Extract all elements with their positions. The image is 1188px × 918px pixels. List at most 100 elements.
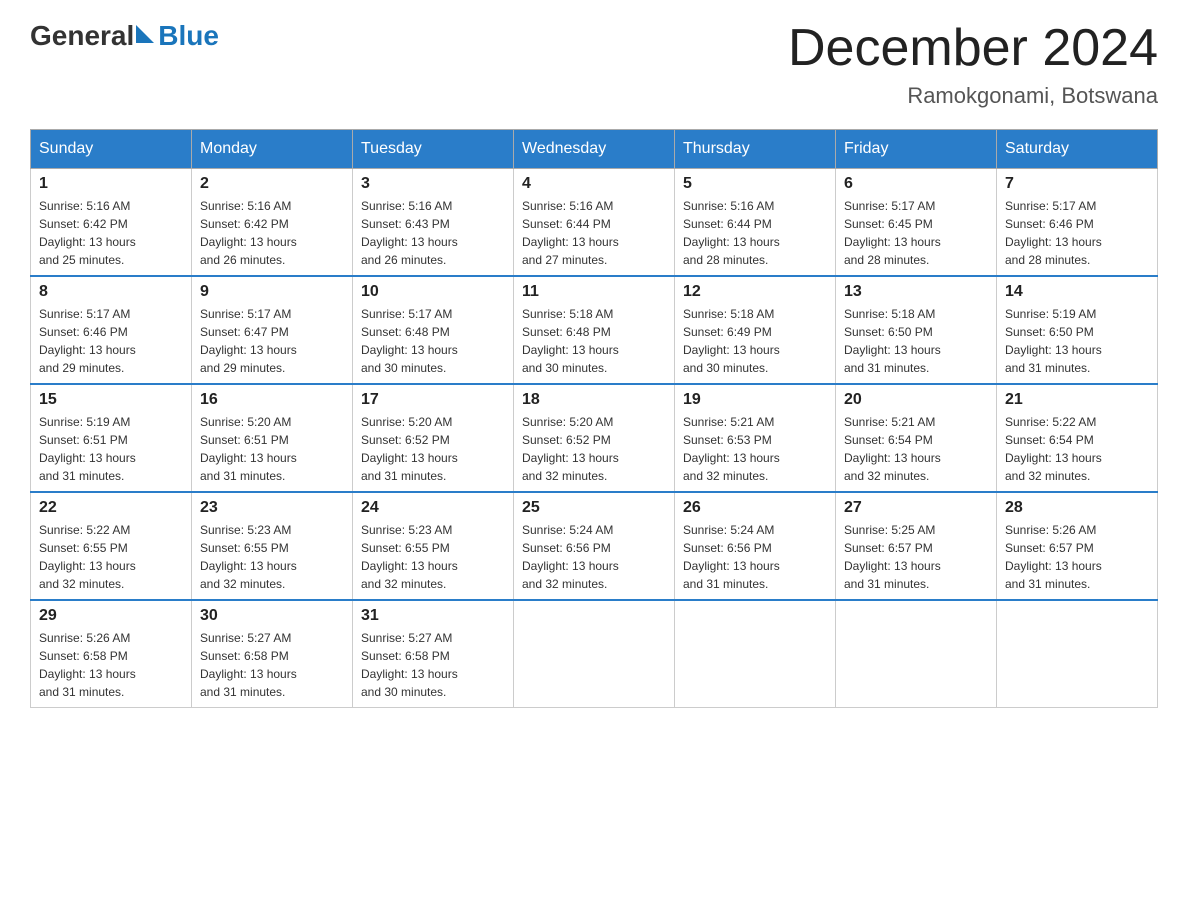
logo: General Blue (30, 20, 219, 52)
day-info: Sunrise: 5:17 AMSunset: 6:45 PMDaylight:… (844, 197, 988, 269)
calendar-cell: 24Sunrise: 5:23 AMSunset: 6:55 PMDayligh… (353, 492, 514, 600)
location-subtitle: Ramokgonami, Botswana (788, 83, 1158, 109)
day-info: Sunrise: 5:20 AMSunset: 6:52 PMDaylight:… (522, 413, 666, 485)
day-number: 5 (683, 175, 827, 193)
day-number: 23 (200, 499, 344, 517)
calendar-cell (514, 600, 675, 708)
calendar-cell: 28 Sunrise: 5:26 AMSunset: 6:57 PMDayligh… (997, 492, 1158, 600)
day-info: Sunrise: 5:16 AMSunset: 6:44 PMDaylight:… (683, 197, 827, 269)
calendar-cell: 2Sunrise: 5:16 AMSunset: 6:42 PMDaylight… (192, 169, 353, 277)
day-info: Sunrise: 5:18 AMSunset: 6:48 PMDaylight:… (522, 305, 666, 377)
calendar-cell: 21 Sunrise: 5:22 AMSunset: 6:54 PMDayligh… (997, 384, 1158, 492)
day-info: Sunrise: 5:27 AMSunset: 6:58 PMDaylight:… (361, 629, 505, 701)
logo-arrow-icon (136, 25, 154, 43)
day-info: Sunrise: 5:26 AMSunset: 6:58 PMDaylight:… (39, 629, 183, 701)
day-number: 17 (361, 391, 505, 409)
day-info: Sunrise: 5:21 AMSunset: 6:53 PMDaylight:… (683, 413, 827, 485)
day-number: 11 (522, 283, 666, 301)
calendar-cell: 20 Sunrise: 5:21 AMSunset: 6:54 PMDayligh… (836, 384, 997, 492)
calendar-cell: 5 Sunrise: 5:16 AMSunset: 6:44 PMDaylight… (675, 169, 836, 277)
calendar-cell (836, 600, 997, 708)
day-info: Sunrise: 5:17 AMSunset: 6:46 PMDaylight:… (1005, 197, 1149, 269)
day-info: Sunrise: 5:21 AMSunset: 6:54 PMDaylight:… (844, 413, 988, 485)
day-info: Sunrise: 5:17 AMSunset: 6:46 PMDaylight:… (39, 305, 183, 377)
day-number: 7 (1005, 175, 1149, 193)
calendar-cell: 26Sunrise: 5:24 AMSunset: 6:56 PMDayligh… (675, 492, 836, 600)
week-row-1: 1 Sunrise: 5:16 AMSunset: 6:42 PMDaylight… (31, 169, 1158, 277)
col-header-friday: Friday (836, 130, 997, 169)
calendar-cell: 27 Sunrise: 5:25 AMSunset: 6:57 PMDayligh… (836, 492, 997, 600)
logo-general-text: General (30, 20, 134, 52)
day-number: 9 (200, 283, 344, 301)
day-info: Sunrise: 5:17 AMSunset: 6:47 PMDaylight:… (200, 305, 344, 377)
day-info: Sunrise: 5:16 AMSunset: 6:43 PMDaylight:… (361, 197, 505, 269)
day-number: 22 (39, 499, 183, 517)
day-info: Sunrise: 5:22 AMSunset: 6:55 PMDaylight:… (39, 521, 183, 593)
day-number: 18 (522, 391, 666, 409)
day-number: 8 (39, 283, 183, 301)
week-row-2: 8 Sunrise: 5:17 AMSunset: 6:46 PMDaylight… (31, 276, 1158, 384)
day-number: 16 (200, 391, 344, 409)
day-info: Sunrise: 5:23 AMSunset: 6:55 PMDaylight:… (200, 521, 344, 593)
day-info: Sunrise: 5:19 AMSunset: 6:50 PMDaylight:… (1005, 305, 1149, 377)
calendar-cell: 29 Sunrise: 5:26 AMSunset: 6:58 PMDayligh… (31, 600, 192, 708)
day-info: Sunrise: 5:24 AMSunset: 6:56 PMDaylight:… (522, 521, 666, 593)
calendar-table: SundayMondayTuesdayWednesdayThursdayFrid… (30, 129, 1158, 708)
page-header: General Blue December 2024 Ramokgonami, … (30, 20, 1158, 109)
day-info: Sunrise: 5:26 AMSunset: 6:57 PMDaylight:… (1005, 521, 1149, 593)
day-number: 21 (1005, 391, 1149, 409)
week-row-5: 29 Sunrise: 5:26 AMSunset: 6:58 PMDayligh… (31, 600, 1158, 708)
day-info: Sunrise: 5:16 AMSunset: 6:44 PMDaylight:… (522, 197, 666, 269)
day-number: 15 (39, 391, 183, 409)
day-number: 1 (39, 175, 183, 193)
day-info: Sunrise: 5:22 AMSunset: 6:54 PMDaylight:… (1005, 413, 1149, 485)
day-info: Sunrise: 5:18 AMSunset: 6:49 PMDaylight:… (683, 305, 827, 377)
month-year-title: December 2024 (788, 20, 1158, 77)
calendar-cell: 12 Sunrise: 5:18 AMSunset: 6:49 PMDayligh… (675, 276, 836, 384)
day-number: 26 (683, 499, 827, 517)
calendar-cell: 11 Sunrise: 5:18 AMSunset: 6:48 PMDayligh… (514, 276, 675, 384)
calendar-cell: 8 Sunrise: 5:17 AMSunset: 6:46 PMDaylight… (31, 276, 192, 384)
calendar-cell: 6Sunrise: 5:17 AMSunset: 6:45 PMDaylight… (836, 169, 997, 277)
calendar-cell: 4 Sunrise: 5:16 AMSunset: 6:44 PMDaylight… (514, 169, 675, 277)
calendar-cell: 19 Sunrise: 5:21 AMSunset: 6:53 PMDayligh… (675, 384, 836, 492)
day-info: Sunrise: 5:16 AMSunset: 6:42 PMDaylight:… (39, 197, 183, 269)
calendar-cell (675, 600, 836, 708)
day-info: Sunrise: 5:18 AMSunset: 6:50 PMDaylight:… (844, 305, 988, 377)
day-number: 29 (39, 607, 183, 625)
week-row-3: 15 Sunrise: 5:19 AMSunset: 6:51 PMDayligh… (31, 384, 1158, 492)
logo-blue-text: Blue (158, 20, 219, 52)
title-area: December 2024 Ramokgonami, Botswana (788, 20, 1158, 109)
day-number: 12 (683, 283, 827, 301)
col-header-monday: Monday (192, 130, 353, 169)
calendar-cell: 31Sunrise: 5:27 AMSunset: 6:58 PMDayligh… (353, 600, 514, 708)
col-header-thursday: Thursday (675, 130, 836, 169)
day-number: 4 (522, 175, 666, 193)
day-number: 14 (1005, 283, 1149, 301)
calendar-cell: 16 Sunrise: 5:20 AMSunset: 6:51 PMDayligh… (192, 384, 353, 492)
day-number: 20 (844, 391, 988, 409)
day-info: Sunrise: 5:27 AMSunset: 6:58 PMDaylight:… (200, 629, 344, 701)
calendar-cell: 30 Sunrise: 5:27 AMSunset: 6:58 PMDayligh… (192, 600, 353, 708)
day-info: Sunrise: 5:23 AMSunset: 6:55 PMDaylight:… (361, 521, 505, 593)
day-number: 25 (522, 499, 666, 517)
day-info: Sunrise: 5:20 AMSunset: 6:51 PMDaylight:… (200, 413, 344, 485)
day-number: 28 (1005, 499, 1149, 517)
col-header-saturday: Saturday (997, 130, 1158, 169)
day-number: 19 (683, 391, 827, 409)
calendar-cell: 13Sunrise: 5:18 AMSunset: 6:50 PMDayligh… (836, 276, 997, 384)
day-number: 3 (361, 175, 505, 193)
calendar-cell (997, 600, 1158, 708)
week-row-4: 22 Sunrise: 5:22 AMSunset: 6:55 PMDayligh… (31, 492, 1158, 600)
col-header-sunday: Sunday (31, 130, 192, 169)
day-info: Sunrise: 5:17 AMSunset: 6:48 PMDaylight:… (361, 305, 505, 377)
day-number: 27 (844, 499, 988, 517)
day-info: Sunrise: 5:19 AMSunset: 6:51 PMDaylight:… (39, 413, 183, 485)
calendar-cell: 1 Sunrise: 5:16 AMSunset: 6:42 PMDaylight… (31, 169, 192, 277)
calendar-cell: 17 Sunrise: 5:20 AMSunset: 6:52 PMDayligh… (353, 384, 514, 492)
day-number: 2 (200, 175, 344, 193)
col-header-tuesday: Tuesday (353, 130, 514, 169)
day-number: 30 (200, 607, 344, 625)
day-info: Sunrise: 5:25 AMSunset: 6:57 PMDaylight:… (844, 521, 988, 593)
day-info: Sunrise: 5:20 AMSunset: 6:52 PMDaylight:… (361, 413, 505, 485)
